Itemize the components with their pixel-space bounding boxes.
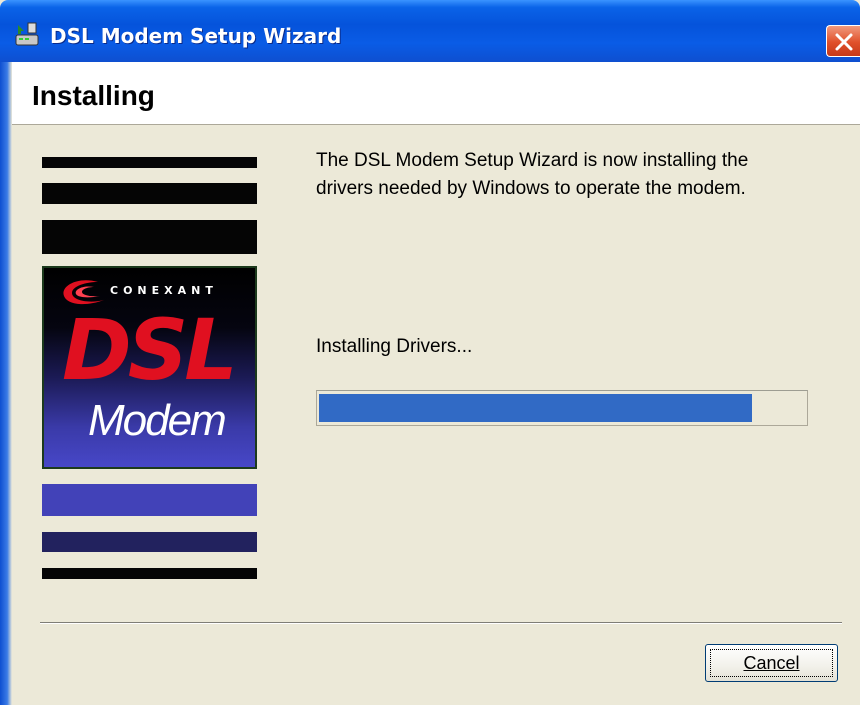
window-title: DSL Modem Setup Wizard xyxy=(50,24,342,48)
cancel-button-label: Cancel xyxy=(743,652,800,673)
footer-separator xyxy=(40,622,842,624)
graphic-stripe xyxy=(42,157,257,168)
graphic-stripe xyxy=(42,220,257,254)
graphic-stripe xyxy=(42,183,257,204)
page-title: Installing xyxy=(32,80,155,111)
graphic-stripe xyxy=(42,532,257,552)
status-text: Installing Drivers... xyxy=(316,336,473,357)
wizard-header: Installing xyxy=(12,62,860,125)
graphic-stripe xyxy=(42,568,257,579)
close-icon xyxy=(835,33,853,51)
title-bar[interactable]: DSL Modem Setup Wizard xyxy=(0,0,860,62)
close-button[interactable] xyxy=(826,25,860,57)
window-left-border xyxy=(0,62,12,705)
logo-modem-text: Modem xyxy=(88,396,227,445)
modem-setup-icon xyxy=(14,21,44,47)
cancel-button[interactable]: Cancel xyxy=(705,644,838,682)
progress-bar xyxy=(316,390,808,426)
description-text: The DSL Modem Setup Wizard is now instal… xyxy=(316,150,749,199)
setup-wizard-window: DSL Modem Setup Wizard Installing CONEXA… xyxy=(0,0,860,705)
progress-bar-fill xyxy=(319,394,752,422)
logo-dsl-text: DSL xyxy=(62,301,238,399)
graphic-stripe xyxy=(42,484,257,516)
logo-brand-text: CONEXANT xyxy=(110,284,218,297)
dsl-modem-logo: CONEXANT DSL Modem xyxy=(42,266,257,469)
